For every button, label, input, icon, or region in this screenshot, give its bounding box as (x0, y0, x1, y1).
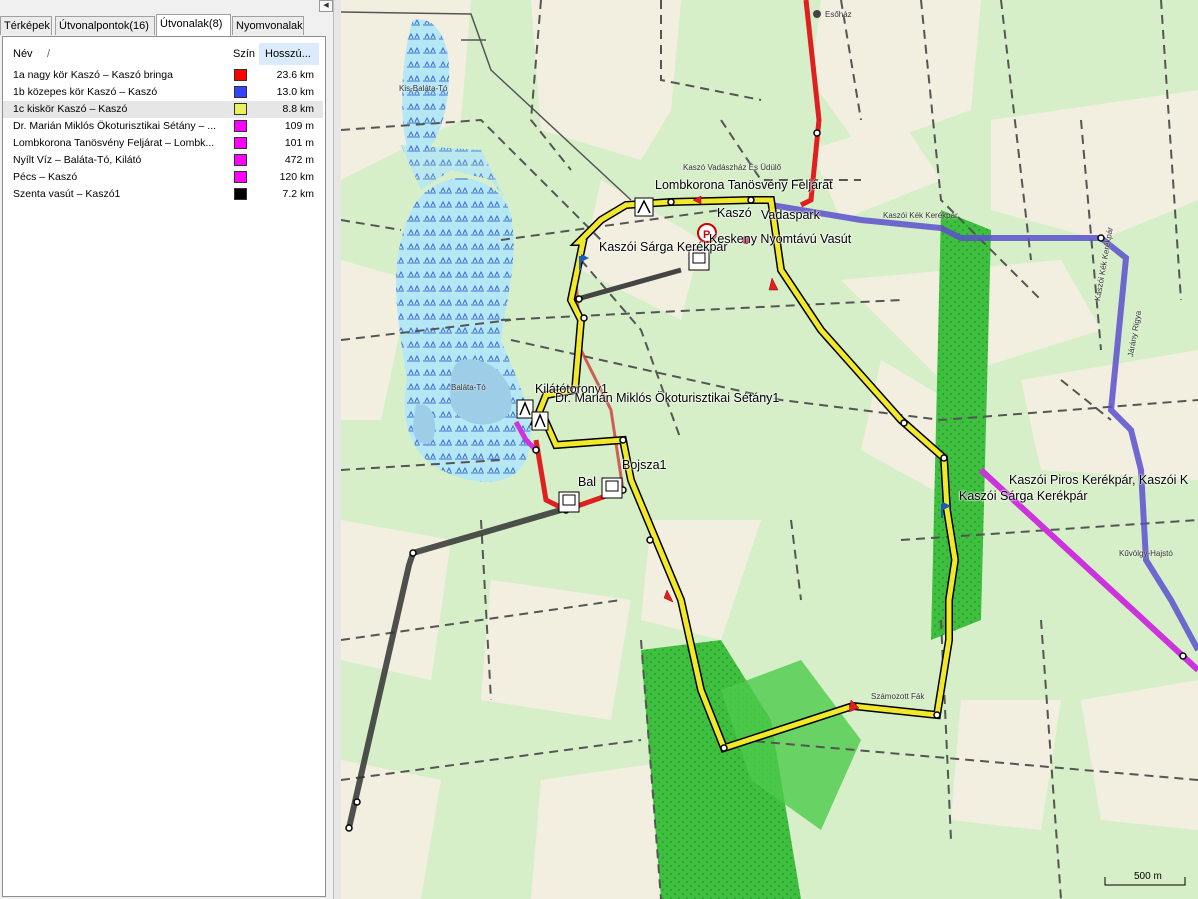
route-color-swatch[interactable] (234, 188, 247, 200)
scale-label: 500 m (1134, 871, 1162, 882)
route-color-swatch[interactable] (234, 103, 247, 115)
route-color-swatch[interactable] (234, 120, 247, 132)
route-row[interactable]: Szenta vasút – Kaszó1 7.2 km (3, 186, 323, 203)
label-lombkorona: Lombkorona Tanösvény Feljárat (655, 178, 833, 192)
sort-indicator: / (47, 48, 51, 60)
column-header-length[interactable]: Hosszú... (259, 43, 319, 65)
route-length: 120 km (279, 171, 314, 183)
forest-area (931, 210, 991, 640)
route-row[interactable]: Lombkorona Tanösvény Feljárat – Lombk...… (3, 135, 323, 152)
route-row[interactable]: 1a nagy kör Kaszó – Kaszó bringa 23.6 km (3, 67, 323, 84)
routes-list: Név / Szín Hosszú... 1a nagy kör Kaszó –… (2, 36, 326, 897)
label-vadaszhaz: Kaszó Vadászház És Üdülő (683, 163, 782, 172)
route-length: 101 m (284, 137, 314, 149)
route-name: 1c kiskör Kaszó – Kaszó (13, 103, 128, 115)
map-canvas[interactable]: P (341, 0, 1198, 899)
tab-tracks[interactable]: Nyomvonalak (232, 16, 304, 35)
route-name: Dr. Marián Miklós Ökoturisztikai Sétány … (13, 120, 217, 132)
route-color-swatch[interactable] (234, 69, 247, 81)
route-name: Lombkorona Tanösvény Feljárat – Lombk... (13, 137, 215, 149)
map-scale: 500 m (1104, 871, 1186, 887)
tab-bar: Térképek Útvonalpontok(16) Útvonalak(8) … (0, 14, 333, 36)
column-header-name[interactable]: Név (13, 43, 33, 65)
label-kis-balata: Kis-Baláta-Tó (399, 84, 448, 93)
table-header: Név / Szín Hosszú... (3, 43, 319, 65)
label-bal: Bal (578, 475, 597, 489)
label-szamozott-fak: Számozott Fák (871, 692, 925, 701)
route-name: 1b közepes kör Kaszó – Kaszó (13, 86, 158, 98)
left-panel: ◀ Térképek Útvonalpontok(16) Útvonalak(8… (0, 0, 333, 899)
route-length: 7.2 km (282, 188, 314, 200)
route-length: 472 m (284, 154, 314, 166)
route-color-swatch[interactable] (234, 154, 247, 166)
label-bojsza: Bojsza1 (622, 458, 667, 472)
route-name: Szenta vasút – Kaszó1 (13, 188, 121, 200)
tab-scroll-left-button[interactable]: ◀ (319, 0, 333, 12)
route-row[interactable]: Nyílt Víz – Baláta-Tó, Kilátó 472 m (3, 152, 323, 169)
route-length: 109 m (284, 120, 314, 132)
route-length: 13.0 km (276, 86, 314, 98)
route-row[interactable]: Pécs – Kaszó 120 km (3, 169, 323, 186)
label-keskeny-vasut: Keskeny Nyomtávú Vasút (709, 232, 852, 246)
panel-splitter[interactable] (333, 0, 341, 899)
label-balata-to: Baláta-Tó (451, 383, 486, 392)
route-name: 1a nagy kör Kaszó – Kaszó bringa (13, 69, 173, 81)
route-color-swatch[interactable] (234, 137, 247, 149)
route-row[interactable]: Dr. Marián Miklós Ökoturisztikai Sétány … (3, 118, 323, 135)
route-row[interactable]: 1b közepes kör Kaszó – Kaszó 13.0 km (3, 84, 323, 101)
label-sarga-kerekpar-2: Kaszói Sárga Kerékpár (959, 489, 1088, 503)
tab-maps[interactable]: Térképek (0, 16, 52, 35)
route-row[interactable]: 1c kiskör Kaszó – Kaszó 8.8 km (3, 101, 323, 118)
route-length: 8.8 km (282, 103, 314, 115)
tab-waypoints[interactable]: Útvonalpontok(16) (55, 16, 155, 35)
route-color-swatch[interactable] (234, 171, 247, 183)
label-eshaz: Esőház (825, 10, 852, 19)
map-view[interactable]: P Lombkorona Tanösvény Feljárat Kaszó Va… (341, 0, 1198, 899)
route-name: Pécs – Kaszó (13, 171, 78, 183)
tab-routes[interactable]: Útvonalak(8) (156, 14, 231, 36)
label-kaszo: Kaszó (717, 206, 752, 220)
route-name: Nyílt Víz – Baláta-Tó, Kilátó (13, 154, 142, 166)
label-marian: Dr. Marián Miklós Ökoturisztikai Sétány1 (555, 391, 780, 405)
column-header-color[interactable]: Szín (233, 43, 255, 65)
label-kek-kerekpar: Kaszói Kék Kerékpár (883, 211, 958, 220)
label-kuvolgy: Kűvölgy-Hajstó (1119, 549, 1173, 558)
label-piros-kerekpar: Kaszói Piros Kerékpár, Kaszói K (1009, 473, 1189, 487)
route-length: 23.6 km (276, 69, 314, 81)
label-vadaspark: Vadaspark (761, 208, 820, 222)
route-color-swatch[interactable] (234, 86, 247, 98)
